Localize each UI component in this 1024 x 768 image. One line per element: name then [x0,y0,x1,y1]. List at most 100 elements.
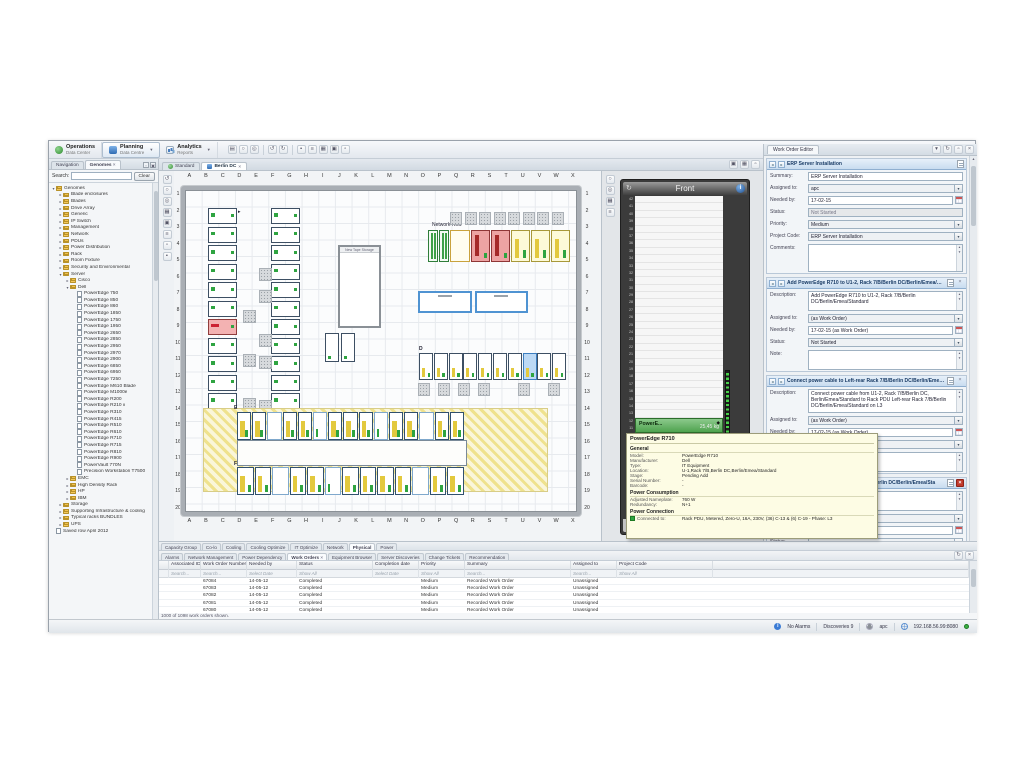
undo-icon[interactable]: ↺ [268,145,277,154]
network-rack-red[interactable] [491,230,510,262]
column-header[interactable]: Associated ID [169,561,201,570]
table-row[interactable]: 6708214-05-12CompletedMediumRecorded Wor… [159,592,969,599]
dock-tab-equipment-browser[interactable]: Equipment Browser [328,553,376,560]
layer-tab-cooling-optimize[interactable]: Cooling Optimize [246,543,289,550]
ribbon-tab-operations[interactable]: OperationsData Center [49,142,102,158]
tree-item[interactable]: PowerEdge R900 [49,455,152,462]
filter-cell[interactable]: Search... [169,570,201,579]
tree-item[interactable]: ▸Room Fixture [49,258,152,265]
floor-rack[interactable] [434,353,448,380]
textarea-field[interactable]: Connect power cable from U1-2, Rack 7/B/… [808,389,963,413]
tree-item[interactable]: ▸Rack [49,251,152,258]
tree-item[interactable]: ▸HP [49,488,152,495]
floor-rack[interactable] [478,353,492,380]
column-header[interactable]: Needed by [247,561,297,570]
tape-storage-box[interactable]: New Tape Storage [338,245,381,328]
floor-rack[interactable] [389,412,403,440]
filter-cell[interactable]: Search... [465,570,571,579]
next-icon[interactable]: ▸ [778,378,785,385]
floor-rack[interactable] [208,338,237,354]
tree-item[interactable]: PowerEdge 2850 [49,337,152,344]
tile-view-icon[interactable]: ▣ [729,160,738,169]
tree-item[interactable]: ▸Management [49,225,152,232]
tree-item[interactable]: ▸Supporting Infrastructure & cooling [49,508,152,515]
next-icon[interactable]: ▸ [778,280,785,287]
add-item-icon[interactable]: ▪ [297,145,306,154]
tree-item[interactable]: PowerEdge 1750 [49,317,152,324]
tree-item[interactable]: PowerEdge R310 [49,409,152,416]
dock-tab-change-tickets[interactable]: Change Tickets [425,553,465,560]
next-icon[interactable]: ▸ [778,161,785,168]
dock-tab-power-dependency[interactable]: Power Dependency [238,553,286,560]
tree-item[interactable]: ▸Drive Array [49,205,152,212]
discoveries-label[interactable]: Discoveries 9 [823,624,853,630]
floor-rack[interactable] [271,245,300,261]
tree-item[interactable]: PowerEdge R415 [49,416,152,423]
column-header[interactable]: Priority [419,561,465,570]
floor-rack[interactable] [552,353,566,380]
floor-rack[interactable] [325,467,342,495]
dropdown-field[interactable]: apc [808,184,955,193]
floor-rack[interactable] [208,245,237,261]
floor-rack[interactable] [271,319,300,335]
text-field[interactable]: ERP Server Installation [808,172,963,181]
scroll-up-icon[interactable]: ▲ [971,157,976,161]
floor-rack[interactable] [419,353,433,380]
dropdown-field[interactable]: (as Work Order) [808,416,955,425]
dropdown-field[interactable]: Medium [808,220,955,229]
no-alarms-label[interactable]: No Alarms [787,624,810,630]
calendar-icon[interactable] [955,428,963,436]
floor-rack[interactable] [283,412,297,440]
tab-genomes[interactable]: Genomes × [85,160,121,169]
cascade-view-icon[interactable]: ▦ [740,160,749,169]
floor-rack-selected[interactable] [523,353,537,380]
chevron-down-icon[interactable]: ▼ [207,147,211,152]
measure-icon[interactable]: ▪ [163,252,172,261]
floor-rack[interactable] [430,467,447,495]
network-rack-yellow[interactable] [551,230,570,262]
floor-rack[interactable] [450,412,464,440]
tree-item[interactable]: PowerEdge 2650 [49,330,152,337]
calendar-icon[interactable] [955,326,963,334]
textarea-scrollbar[interactable]: ▲ ▼ [956,292,962,310]
tree-item[interactable]: PowerEdge R510 [49,422,152,429]
tree-item[interactable]: PowerEdge 6850 [49,363,152,370]
refresh-icon[interactable]: ↻ [943,145,952,154]
info-icon[interactable]: i [736,184,745,193]
dock-tab-alarms[interactable]: Alarms [161,553,183,560]
column-header[interactable]: Completion date [373,561,419,570]
rotate-icon[interactable]: ↻ [626,185,632,193]
dropdown-field[interactable]: (as Work Order) [808,314,955,323]
filter-cell[interactable]: Show All [419,570,465,579]
restore-icon[interactable]: ▫ [954,145,963,154]
zoom-out-icon[interactable]: ◎ [163,197,172,206]
filter-cell[interactable]: Show All [617,570,713,579]
dropdown-arrow-icon[interactable]: ▼ [955,232,963,241]
layer-tab-co-lo[interactable]: Co-lo [202,543,221,550]
floor-rack[interactable] [208,356,237,372]
floor-rack[interactable] [395,467,412,495]
filter-cell[interactable]: Select Date [373,570,419,579]
floor-rack[interactable] [208,375,237,391]
floor-rack[interactable] [493,353,507,380]
tree-item[interactable]: PowerEdge 2950 [49,343,152,350]
tree-item[interactable]: PowerEdge R200 [49,396,152,403]
tree-item[interactable]: ▸EMC [49,475,152,482]
filter-cell[interactable]: Search... [571,570,617,579]
floor-rack-alarm[interactable] [208,319,237,335]
floor-rack[interactable] [298,412,312,440]
document-icon[interactable] [947,279,954,287]
export-icon[interactable]: ▫ [341,145,350,154]
textarea-field[interactable]: Add PowerEdge R710 to U1-2, Rack 7/B/Ber… [808,291,963,311]
floor-rack[interactable] [208,301,237,317]
column-header[interactable]: Project Code [617,561,713,570]
floor-rack[interactable] [360,467,377,495]
select-icon[interactable]: ▫ [163,241,172,250]
search-input[interactable] [71,172,131,180]
floorplan-room[interactable]: ▸New Tape StorageNetwork RowDEF [181,186,581,516]
section-header[interactable]: ◂▸Add PowerEdge R710 to U1-2, Rack 7/B/B… [767,278,966,289]
tree-item[interactable]: ▾Dell [49,284,152,291]
tree-item[interactable]: PowerEdge 1950 [49,323,152,330]
crac-unit[interactable] [418,291,472,313]
tree-item[interactable]: Saved row April 2012 [49,528,152,535]
